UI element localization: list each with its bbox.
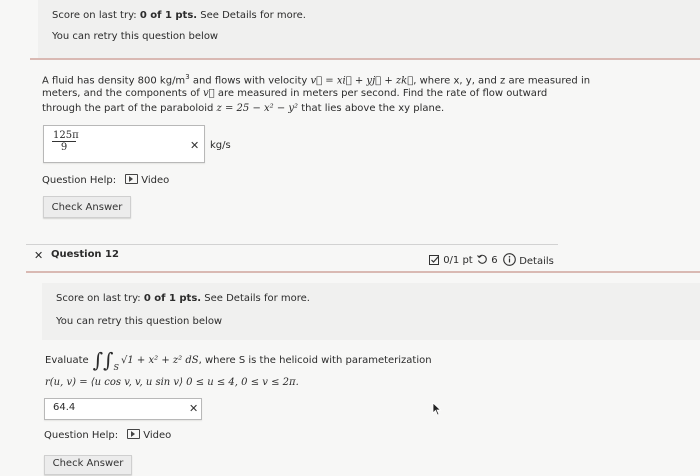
integrand-expression: √1 + x² + z² dS: [121, 354, 199, 366]
q12-status-icon: ✕: [34, 249, 44, 262]
q12-help-row: Question Help: Video: [44, 429, 171, 441]
q12-title[interactable]: Question 12: [51, 249, 119, 260]
mouse-cursor-icon: [432, 402, 442, 416]
video-icon: [127, 429, 141, 439]
q11-problem-line-1: A fluid has density 800 kg/m3 and flows …: [42, 73, 591, 87]
paraboloid-expression: z = 25 − x² − y²: [216, 103, 299, 114]
q12-incorrect-icon: ✕: [189, 402, 199, 415]
q11-check-answer-button[interactable]: Check Answer: [43, 196, 131, 218]
q12-score-line: Score on last try: 0 of 1 pts. See Detai…: [56, 293, 310, 304]
q11-help-label: Question Help:: [42, 175, 117, 186]
q12-details-link[interactable]: Details: [503, 253, 554, 267]
q11-answer-fraction: 125π 9: [52, 130, 79, 153]
q11-help-row: Question Help: Video: [42, 174, 169, 186]
q11-incorrect-icon: ✕: [190, 139, 200, 152]
top-divider: [30, 58, 700, 60]
video-icon: [125, 174, 139, 184]
q12-problem-line-1: Evaluate ∫∫ S √1 + x² + z² dS , where S …: [45, 348, 432, 372]
q11-video-link[interactable]: Video: [125, 174, 169, 186]
q12-feedback-panel: [42, 283, 700, 340]
top-retry-text: You can retry this question below: [52, 31, 219, 42]
q12-header-top-line: [26, 244, 558, 245]
q12-video-link[interactable]: Video: [127, 429, 171, 441]
velocity-expression: v⃗ = xi⃗ + yj⃗ + zk⃗: [310, 75, 414, 87]
q12-retries: 6: [477, 254, 498, 266]
edit-check-icon: [429, 255, 439, 265]
retry-icon: [477, 254, 487, 264]
top-score-line: Score on last try: 0 of 1 pts. See Detai…: [52, 10, 306, 21]
q12-score-badge: 0/1 pt: [429, 254, 473, 266]
q11-problem-line-3: through the part of the paraboloid z = 2…: [42, 103, 445, 114]
q12-check-answer-button[interactable]: Check Answer: [44, 455, 132, 475]
top-feedback-panel: [38, 0, 700, 58]
q12-help-label: Question Help:: [44, 430, 119, 441]
q12-answer-value: 64.4: [53, 402, 76, 413]
q12-header-divider: [26, 271, 700, 273]
q12-retry-text: You can retry this question below: [56, 316, 223, 327]
q11-unit: kg/s: [210, 140, 231, 151]
info-icon: [503, 253, 516, 266]
double-integral-symbol: ∫∫: [92, 348, 114, 372]
q11-problem-line-2: meters, and the components of v⃗ are mea…: [42, 88, 548, 99]
q12-parameterization: r(u, v) = ⟨u cos v, v, u sin v⟩ 0 ≤ u ≤ …: [45, 377, 299, 388]
